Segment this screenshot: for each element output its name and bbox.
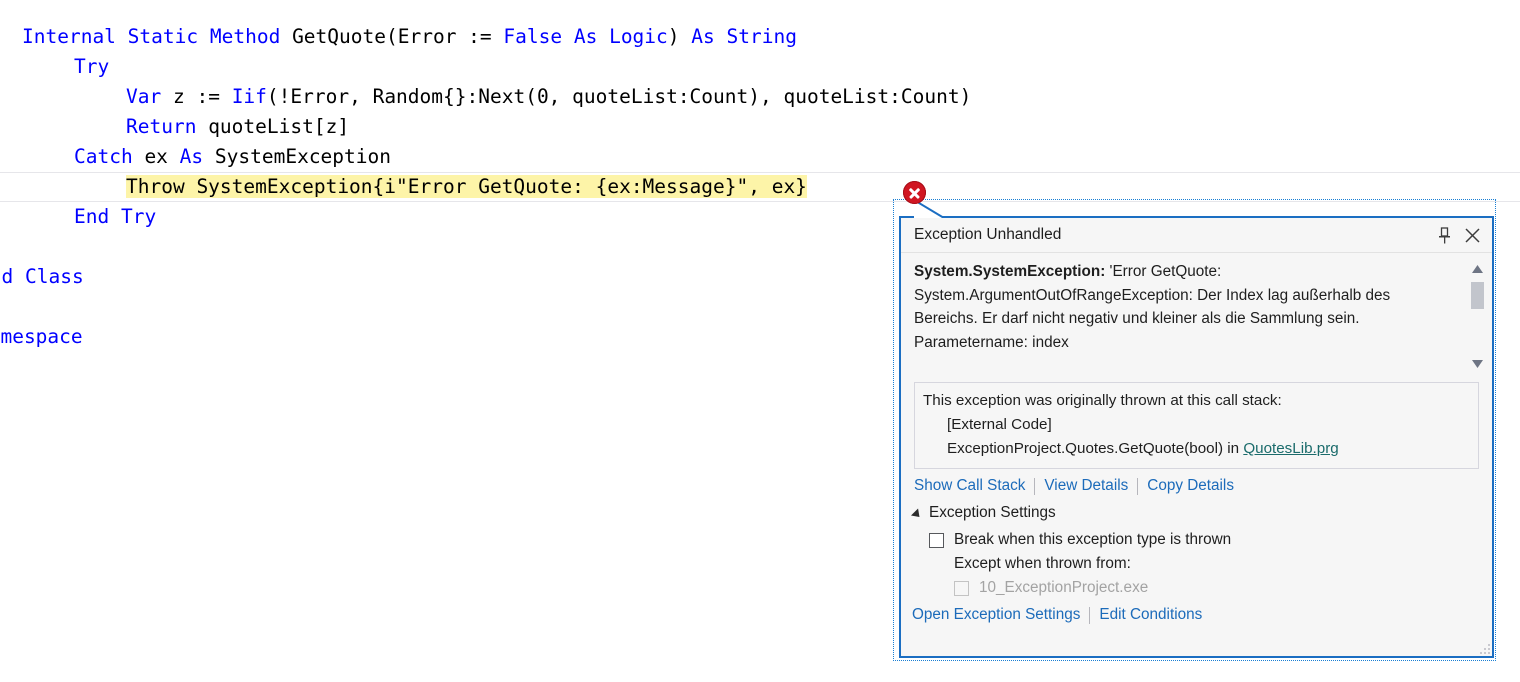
callstack-heading: This exception was originally thrown at … [923,392,1282,409]
code-line-text: Return quoteList[z] [126,115,349,138]
code-keyword: Catch [74,145,133,168]
code-line-text: Try [74,55,109,78]
resize-grip[interactable] [1476,640,1490,654]
code-keyword: String [726,25,797,48]
expander-triangle-icon [910,507,924,521]
callstack-frame-text: ExceptionProject.Quotes.GetQuote(bool) i… [947,440,1244,457]
link-separator [1089,606,1091,624]
except-when-thrown-from-label: Except when thrown from: [954,555,1131,572]
copy-details-link[interactable]: Copy Details [1147,477,1234,495]
scroll-down-arrow-icon[interactable] [1469,355,1486,372]
scroll-up-arrow-icon[interactable] [1469,260,1486,277]
code-identifier [715,25,727,48]
code-keyword: False [503,25,563,48]
exception-settings-section-toggle[interactable]: Exception Settings [901,495,1492,522]
exception-message-area: System.SystemException: 'Error GetQuote:… [901,260,1492,378]
module-exclusion-checkbox [954,580,969,596]
code-keyword: Class [24,265,84,288]
code-identifier [116,25,128,48]
break-on-exception-checkbox[interactable] [929,532,944,548]
code-line[interactable]: Return quoteList[z] [0,112,1520,142]
code-line-text: Var z := Iif(!Error, Random{}:Next(0, qu… [126,85,971,108]
code-line[interactable]: Throw SystemException{i"Error GetQuote: … [0,172,1520,202]
code-keyword: Var [126,85,162,108]
code-identifier [13,265,25,288]
code-identifier: SystemException [203,145,391,168]
link-separator [1137,477,1139,495]
code-line[interactable]: Internal Static Method GetQuote(Error :=… [0,22,1520,52]
module-exclusion-label: 10_ExceptionProject.exe [979,579,1149,596]
exception-parameter-line: Parametername: index [914,333,1069,351]
code-line-text: End Class [0,265,84,288]
settings-links-row: Open Exception Settings Edit Conditions [901,597,1492,624]
code-identifier [597,25,609,48]
close-icon[interactable] [1458,222,1486,248]
exception-type: System.SystemException: [914,263,1106,280]
code-keyword: As [691,25,715,48]
pin-icon[interactable] [1430,222,1458,248]
code-identifier [109,205,121,228]
code-line-text: Internal Static Method GetQuote(Error :=… [22,25,797,48]
code-line[interactable]: Catch ex As SystemException [0,142,1520,172]
code-line-text: Throw SystemException{i"Error GetQuote: … [126,175,807,198]
scrollbar-thumb[interactable] [1471,282,1484,309]
code-identifier: GetQuote(Error := [280,25,504,48]
break-on-exception-label: Break when this exception type is thrown [954,531,1232,548]
exception-unhandled-popup[interactable]: Exception Unhandled System.SystemExcepti… [899,216,1494,658]
code-line-text: End Try [74,205,156,228]
view-details-link[interactable]: View Details [1044,477,1128,495]
link-separator [1034,477,1036,495]
code-line-text: End Namespace [0,325,83,348]
code-identifier: ex [132,145,180,168]
code-identifier: ) [667,25,692,48]
code-line-text: Catch ex As SystemException [74,145,391,168]
popup-title: Exception Unhandled [914,226,1062,243]
code-identifier [562,25,574,48]
exception-settings-label: Exception Settings [929,504,1056,521]
break-on-exception-checkbox-row[interactable]: Break when this exception type is thrown [901,531,1492,549]
code-identifier: Throw SystemException{i"Error GetQuote: … [126,175,807,198]
code-keyword: Internal [22,25,116,48]
message-scrollbar[interactable] [1469,260,1486,372]
code-keyword: End [74,205,110,228]
action-links-row: Show Call Stack View Details Copy Detail… [901,469,1492,495]
error-circle-icon[interactable] [903,181,926,204]
code-keyword: Return [126,115,197,138]
code-keyword: Namespace [0,325,83,348]
code-line[interactable]: Var z := Iif(!Error, Random{}:Next(0, qu… [0,82,1520,112]
code-keyword: Logic [609,25,668,48]
popup-titlebar: Exception Unhandled [901,218,1492,253]
callstack-frame-text: [External Code] [947,416,1052,433]
callstack-box: This exception was originally thrown at … [914,382,1479,469]
code-keyword: As [573,25,598,48]
code-identifier: z := [161,85,232,108]
exception-message: System.SystemException: 'Error GetQuote:… [914,260,1444,354]
callstack-frame: [External Code] [923,413,1470,437]
code-identifier [198,25,210,48]
code-keyword: Static [127,25,199,48]
code-line[interactable]: Try [0,52,1520,82]
show-call-stack-link[interactable]: Show Call Stack [914,477,1025,495]
module-exclusion-checkbox-row: 10_ExceptionProject.exe [901,579,1492,597]
code-keyword: Iif [231,85,267,108]
code-identifier: quoteList[z] [196,115,350,138]
code-keyword: As [179,145,204,168]
callstack-frame: ExceptionProject.Quotes.GetQuote(bool) i… [923,437,1470,461]
popup-pointer-tail [914,200,945,218]
open-exception-settings-link[interactable]: Open Exception Settings [912,606,1080,624]
code-keyword: Try [120,205,157,228]
callstack-source-link[interactable]: QuotesLib.prg [1243,440,1338,457]
code-identifier: (!Error, Random{}:Next(0, quoteList:Coun… [266,85,972,108]
edit-conditions-link[interactable]: Edit Conditions [1099,606,1202,624]
code-keyword: End [0,265,14,288]
code-keyword: Method [209,25,281,48]
code-keyword: Try [74,55,110,78]
